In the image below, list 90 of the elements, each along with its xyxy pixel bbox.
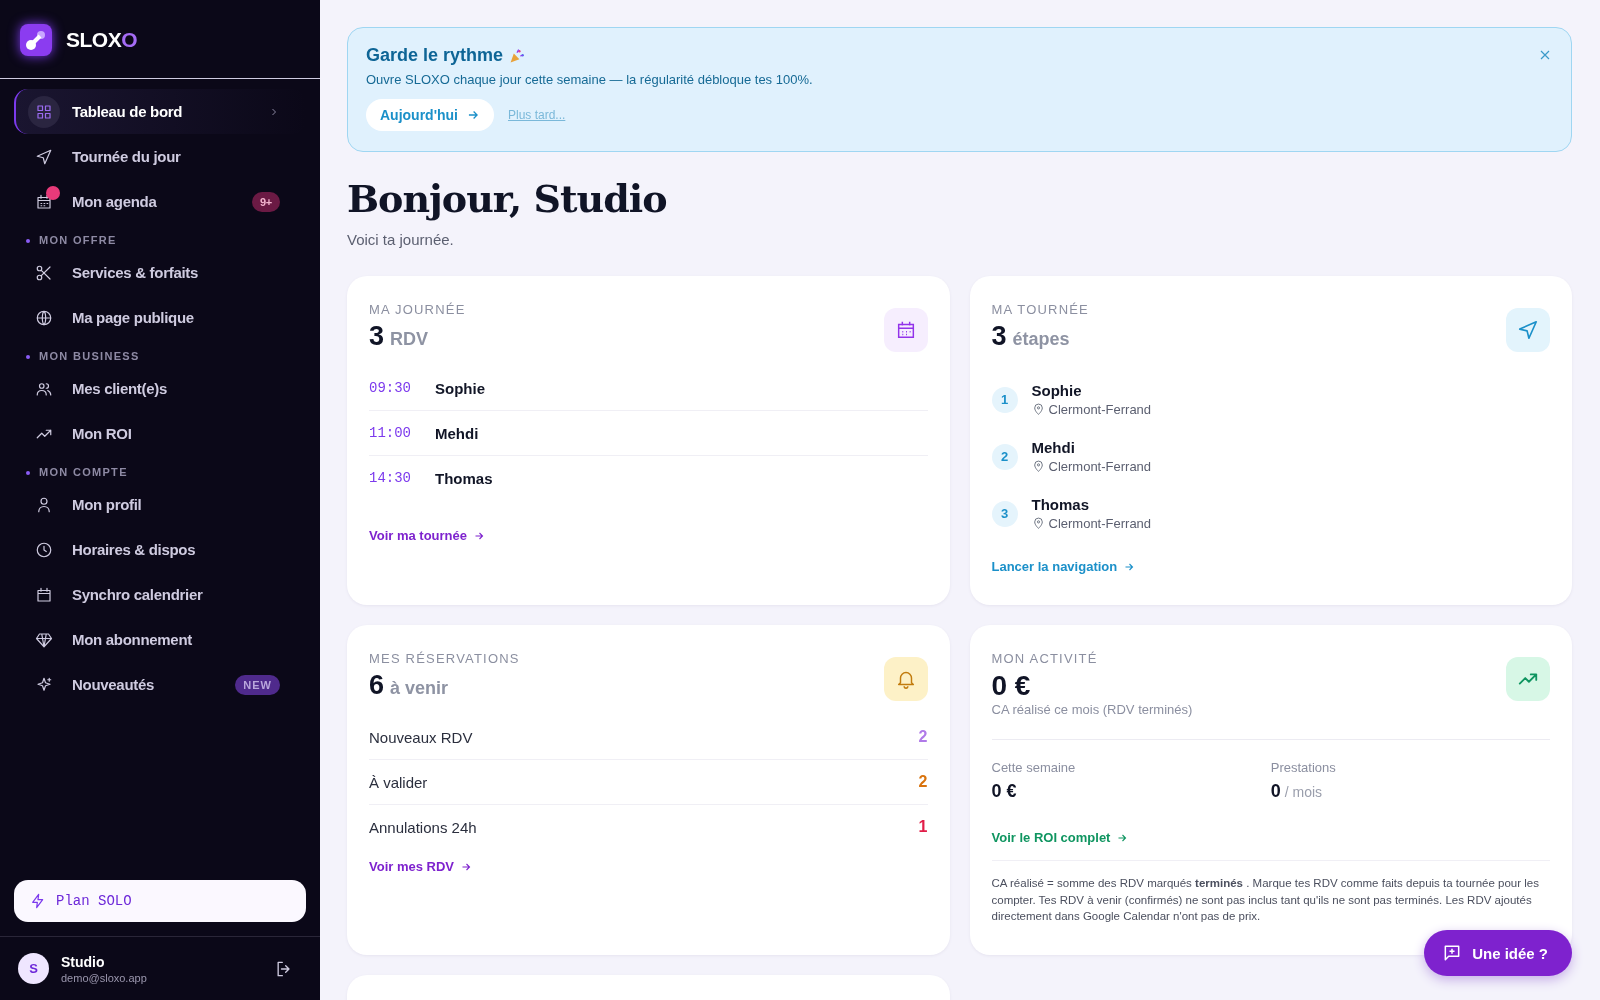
nav-item[interactable]: Mon ROI	[14, 411, 306, 456]
greeting-subtitle: Voici ta journée.	[347, 231, 455, 248]
globe-icon	[35, 308, 53, 327]
trend-up-icon	[1506, 657, 1550, 701]
diamond-icon	[35, 630, 53, 649]
plan-button[interactable]: Plan SOLO	[14, 880, 306, 922]
count-unit: étapes	[1012, 329, 1070, 350]
calendar-icon	[35, 585, 53, 604]
tour-link[interactable]: Voir ma tournée	[369, 528, 485, 543]
scissors-icon	[35, 263, 53, 282]
greeting-title: Bonjour, Studio	[347, 176, 668, 221]
city-name: Clermont-Ferrand	[1048, 516, 1152, 531]
revenue-note: CA réalisé = somme des RDV marqués terminés. Marque tes RDV comme faits depuis ta tournée pour les compter. Tes RDV à venir (confirmés) ne sont pas inclus tant qu'ils ne sont pas terminés. Les RDV ajoutés directement dans Google Calendar n'ont pas de prix.	[991, 860, 1550, 925]
revenue-caption: CA réalisé ce mois (RDV terminés)	[991, 702, 1193, 717]
nav-item[interactable]: Horaires & dispos	[14, 527, 306, 572]
booking-category: À valider	[369, 773, 428, 791]
bell-icon	[883, 657, 928, 701]
nav-item[interactable]: Services & forfaits	[14, 250, 306, 295]
stat-label: Prestations	[1270, 760, 1337, 775]
count-badge: NEW	[235, 674, 280, 695]
feedback-button[interactable]: Une idée ?	[1424, 930, 1572, 976]
stop-number: 2	[991, 443, 1018, 470]
roi-link[interactable]: Voir le ROI complet	[991, 830, 1129, 845]
user-icon	[35, 495, 53, 514]
booking-count: 2	[918, 773, 928, 791]
section-heading: MON BUSINESS	[14, 340, 320, 366]
stop-number: 3	[991, 500, 1018, 527]
booking-category: Annulations 24h	[369, 818, 477, 836]
card-label: MON ACTIVITÉ	[991, 651, 1099, 666]
dashboard-icon	[35, 102, 53, 121]
count-value: 3	[991, 321, 1007, 352]
client-name: Sophie	[435, 379, 485, 397]
count-value: 3	[369, 321, 385, 352]
nav-item[interactable]: Synchro calendrier	[14, 572, 306, 617]
stop-number: 1	[991, 386, 1018, 413]
calendar-icon	[35, 192, 53, 211]
city-name: Clermont-Ferrand	[1048, 402, 1152, 417]
booking-count: 1	[918, 818, 928, 836]
appointment-time: 14:30	[369, 470, 412, 486]
stat-value: 0	[1270, 781, 1281, 802]
location-pin-icon	[1031, 517, 1045, 530]
calendar-icon	[883, 308, 928, 352]
clock-icon	[35, 540, 53, 559]
stat-value: 0 €	[991, 781, 1017, 802]
section-heading: MON COMPTE	[14, 456, 320, 482]
location-pin-icon	[1031, 403, 1045, 416]
nav-item[interactable]: Ma page publique	[14, 295, 306, 340]
client-name: Thomas	[435, 469, 493, 487]
bookings-link[interactable]: Voir mes RDV	[369, 859, 472, 874]
count-badge: 9+	[252, 191, 280, 212]
today-button[interactable]: Aujourd'hui	[366, 99, 494, 131]
lightning-icon	[30, 893, 46, 909]
card-label: MES RÉSERVATIONS	[369, 651, 520, 666]
nav-item[interactable]: Mon abonnement	[14, 617, 306, 662]
client-name: Mehdi	[1031, 439, 1076, 456]
location-pin-icon	[1031, 460, 1045, 473]
count-unit: RDV	[390, 329, 429, 350]
user-name: Studio	[61, 953, 106, 970]
city-name: Clermont-Ferrand	[1048, 459, 1152, 474]
nav-item[interactable]: Mes client(e)s	[14, 366, 306, 411]
nav-item[interactable]: Tournée du jour	[14, 134, 306, 179]
appointment-time: 09:30	[369, 380, 412, 396]
stat-unit: / mois	[1284, 784, 1323, 800]
booking-category: Nouveaux RDV	[369, 728, 473, 746]
revenue-amount: 0 €	[991, 670, 1032, 702]
banner-text: Ouvre SLOXO chaque jour cette semaine — la régularité débloque tes 100%.	[366, 72, 814, 87]
avatar: S	[18, 953, 49, 984]
client-name: Sophie	[1031, 382, 1083, 399]
nav-item[interactable]: Mon profil	[14, 482, 306, 527]
card-label: MA TOURNÉE	[991, 302, 1089, 317]
nav-item[interactable]: Mon agenda 9+	[14, 179, 306, 224]
sparkle-icon	[35, 675, 53, 694]
navigation-link[interactable]: Lancer la navigation	[991, 559, 1136, 574]
navigation-arrow-icon	[35, 147, 53, 166]
count-value: 6	[369, 670, 385, 701]
brand-name: SLOXO	[66, 28, 138, 52]
party-popper-icon	[509, 47, 526, 64]
navigation-arrow-icon	[1506, 308, 1550, 352]
stat-label: Cette semaine	[991, 760, 1077, 775]
client-name: Mehdi	[435, 424, 479, 442]
client-name: Thomas	[1031, 496, 1090, 513]
nav-item[interactable]: Nouveautés NEW	[14, 662, 306, 707]
booking-count: 2	[918, 728, 928, 746]
count-unit: à venir	[390, 678, 449, 699]
card-label: MA JOURNÉE	[369, 302, 466, 317]
section-heading: MON OFFRE	[14, 224, 320, 250]
appointment-time: 11:00	[369, 425, 412, 441]
user-email: demo@sloxo.app	[61, 971, 148, 984]
banner-title: Garde le rythme	[366, 45, 504, 66]
logo-icon	[20, 24, 52, 56]
